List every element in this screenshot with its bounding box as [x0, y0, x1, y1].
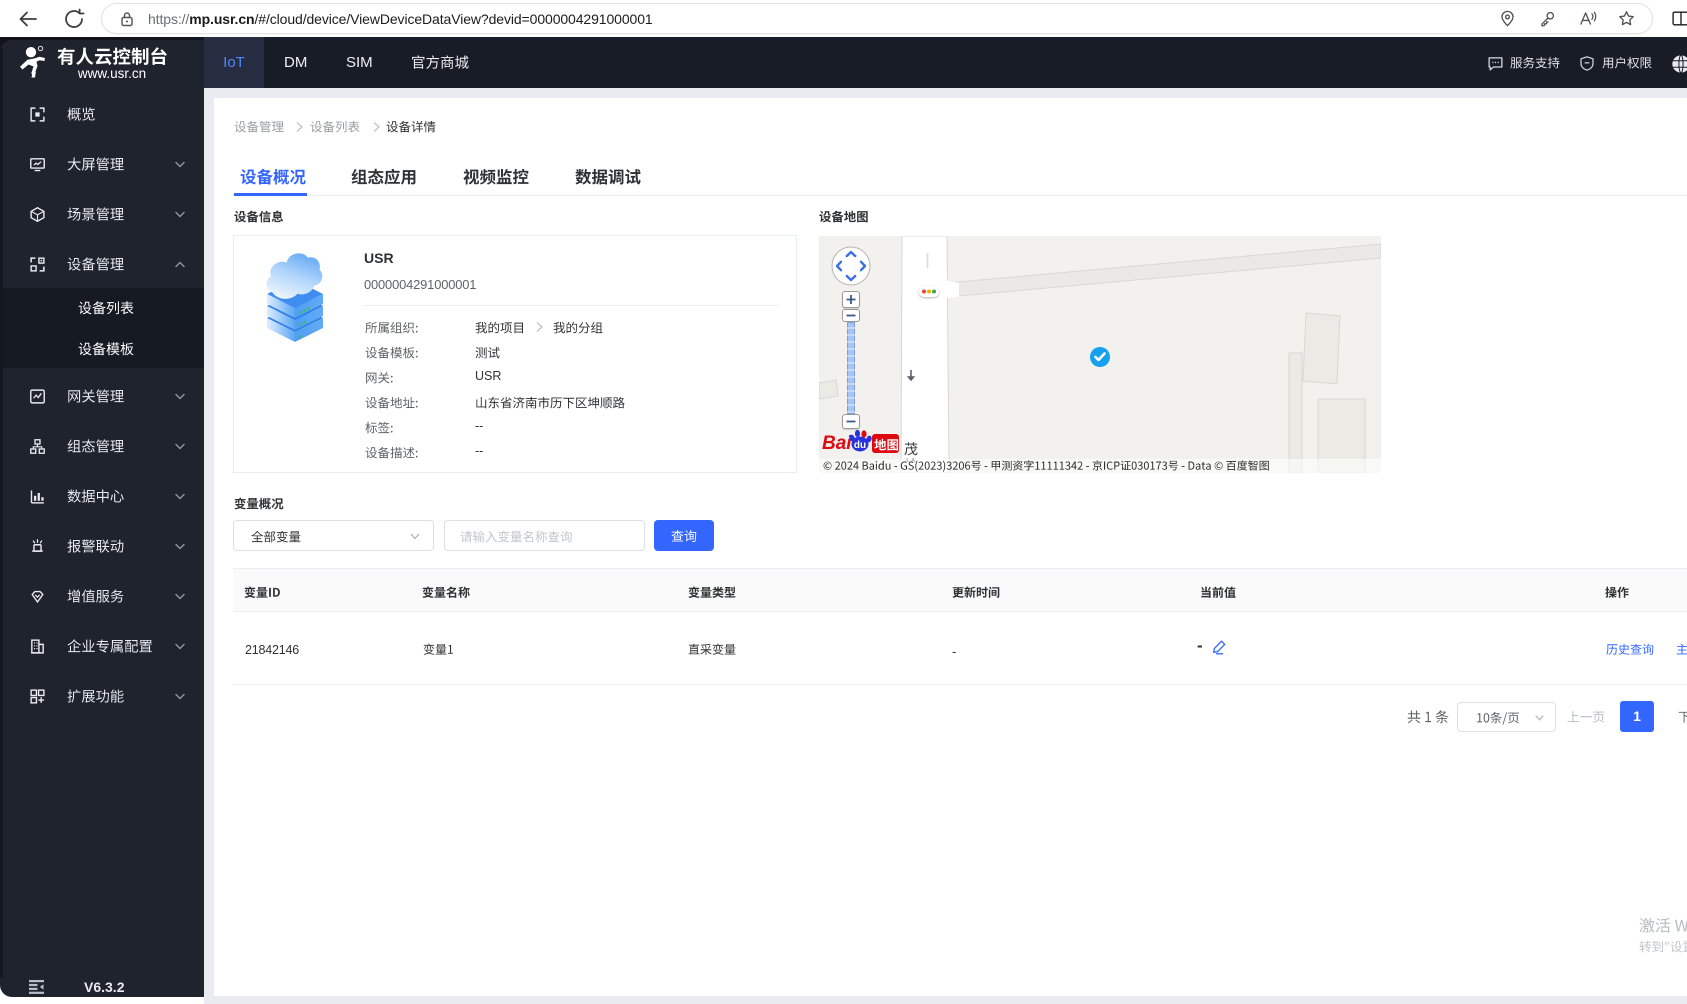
svg-text:du: du: [854, 440, 866, 451]
